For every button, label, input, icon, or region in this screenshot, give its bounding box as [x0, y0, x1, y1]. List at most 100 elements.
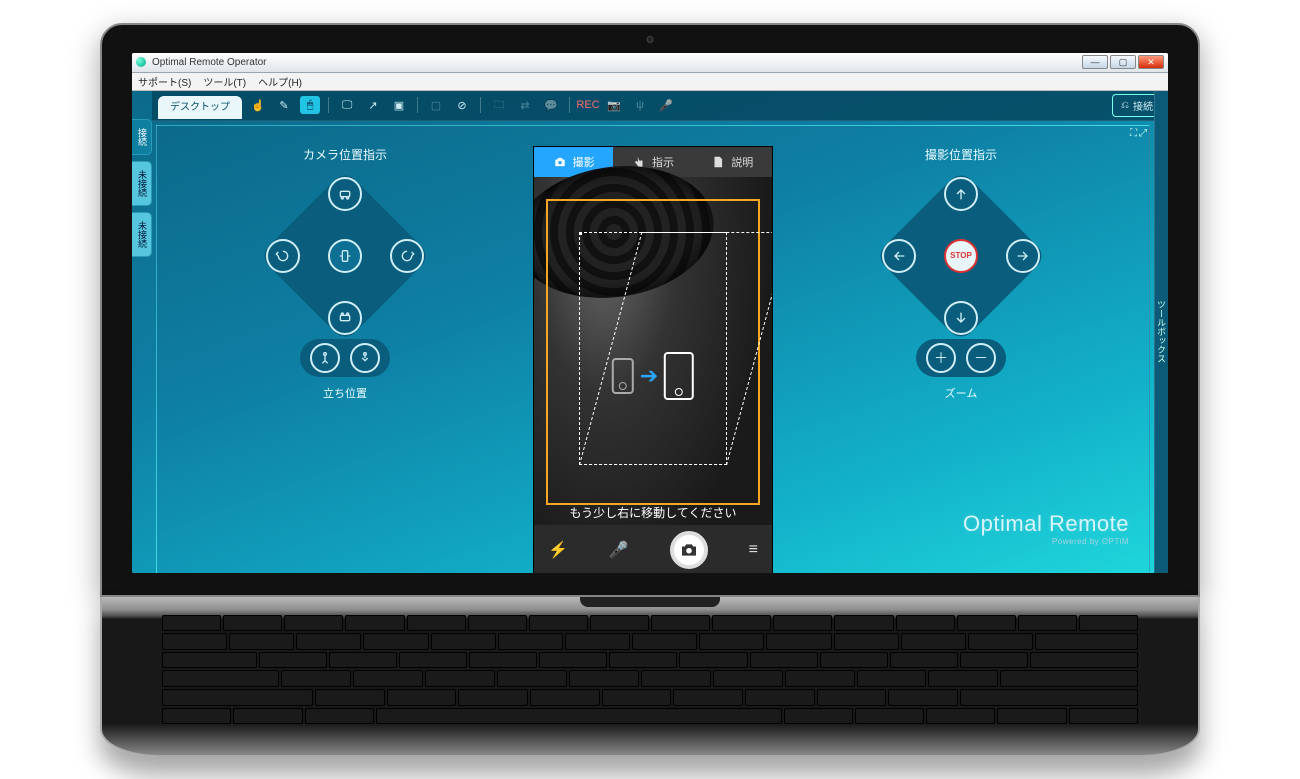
shoot-down-button[interactable] [944, 301, 978, 335]
phone-mic-icon[interactable]: 🎤 [609, 540, 629, 560]
rotate-right-icon [399, 248, 415, 264]
canvas: ⛶ ⤢ カメラ位置指示 [156, 125, 1150, 573]
person-up-icon [317, 350, 333, 366]
phone-to-icon [664, 352, 694, 400]
stance-up-button[interactable] [310, 343, 340, 373]
car-back-icon [337, 310, 353, 326]
hinge-notch [580, 597, 720, 607]
phone-tab-point-label: 指示 [652, 154, 674, 170]
camera-rotate-right-button[interactable] [390, 239, 424, 273]
tool-monitor-icon[interactable]: 🖵 [337, 96, 357, 114]
camera-device-button[interactable] [328, 239, 362, 273]
tab-desktop[interactable]: デスクトップ [158, 96, 242, 119]
tool-screens-icon[interactable]: ▣ [389, 96, 409, 114]
rail-tab-unconnected-1[interactable]: 未接続 [132, 161, 152, 206]
shoot-up-button[interactable] [944, 177, 978, 211]
laptop-mockup: Optimal Remote Operator — ▢ ✕ サポート(S) ツー… [100, 23, 1200, 757]
menu-support[interactable]: サポート(S) [138, 74, 191, 89]
brand-byline: Powered by OPTiM [963, 537, 1129, 546]
phone-tab-shoot-label: 撮影 [573, 154, 595, 170]
stop-label: STOP [950, 251, 972, 260]
stance-down-button[interactable] [350, 343, 380, 373]
stance-label: 立ち位置 [323, 385, 367, 401]
shoot-left-button[interactable] [882, 239, 916, 273]
shutter-camera-icon [680, 543, 698, 557]
titlebar: Optimal Remote Operator — ▢ ✕ [132, 53, 1168, 73]
rail-tab-connect[interactable]: 接続 [132, 119, 152, 155]
tool-mouse-icon[interactable]: 🖱 [300, 96, 320, 114]
menubar: サポート(S) ツール(T) ヘルプ(H) [132, 73, 1168, 91]
arrow-left-icon [891, 248, 907, 264]
phone-menu-icon[interactable]: ≡ [749, 541, 758, 559]
menu-help[interactable]: ヘルプ(H) [258, 74, 302, 89]
app-icon [136, 57, 146, 67]
app-body: 接続 未接続 未接続 デスクトップ ☝ ✎ 🖱 🖵 [132, 91, 1168, 573]
arrow-right-icon [1015, 248, 1031, 264]
phone-tab-explain-label: 説明 [731, 154, 753, 170]
tool-folder-icon[interactable]: 🗀 [489, 96, 509, 114]
tool-mic-icon[interactable]: 🎤 [656, 96, 676, 114]
tool-display-icon[interactable]: ▢ [426, 96, 446, 114]
connect-icon: ⎌ [1121, 100, 1129, 111]
camera-forward-button[interactable] [328, 177, 362, 211]
zoom-out-button[interactable]: － [966, 343, 996, 373]
person-down-icon [357, 350, 373, 366]
phone-center-icon [337, 248, 353, 264]
tool-chat-icon[interactable]: 💬 [541, 96, 561, 114]
camera-back-button[interactable] [328, 301, 362, 335]
main-column: デスクトップ ☝ ✎ 🖱 🖵 ↗ ▣ ▢ ⊘ 🗀 [152, 91, 1168, 573]
close-button[interactable]: ✕ [1138, 55, 1164, 69]
tool-transfer-icon[interactable]: ⇄ [515, 96, 535, 114]
zoom-in-button[interactable]: ＋ [926, 343, 956, 373]
shoot-position-title: 撮影位置指示 [925, 146, 997, 163]
collapse-icon[interactable]: ⤢ [1139, 128, 1147, 139]
separator [480, 97, 481, 113]
document-icon [711, 155, 725, 169]
left-rail: 接続 未接続 未接続 [132, 91, 152, 573]
window-title: Optimal Remote Operator [152, 57, 267, 68]
move-hint-text: もう少し右に移動してください [534, 504, 772, 521]
tool-pointer-icon[interactable]: ☝ [248, 96, 268, 114]
laptop-base [100, 597, 1200, 757]
camera-position-panel: カメラ位置指示 [270, 146, 420, 401]
camera-position-title: カメラ位置指示 [303, 146, 387, 163]
phone-bottom-bar: ⚡ 🎤 ≡ [534, 525, 772, 573]
screen: Optimal Remote Operator — ▢ ✕ サポート(S) ツー… [132, 53, 1168, 573]
right-edge-toolbox-tab[interactable]: ツールボックス [1154, 91, 1168, 573]
zoom-toggle: ＋ － [916, 339, 1006, 377]
tool-usb-icon[interactable]: ψ [630, 96, 650, 114]
tool-camera-icon[interactable]: 📷 [604, 96, 624, 114]
camera-icon [553, 155, 567, 169]
app-window: Optimal Remote Operator — ▢ ✕ サポート(S) ツー… [132, 53, 1168, 573]
shoot-stop-button[interactable]: STOP [944, 239, 978, 273]
shutter-button[interactable] [670, 531, 708, 569]
shoot-right-button[interactable] [1006, 239, 1040, 273]
phone-tab-explain[interactable]: 説明 [693, 147, 772, 177]
rail-tab-unconnected-2[interactable]: 未接続 [132, 212, 152, 257]
tool-rec-icon[interactable]: REC [578, 96, 598, 114]
minimize-button[interactable]: — [1082, 55, 1108, 69]
zoom-label: ズーム [945, 385, 978, 401]
brand-name: Optimal Remote [963, 511, 1129, 536]
camera-rotate-left-button[interactable] [266, 239, 300, 273]
screen-bezel: Optimal Remote Operator — ▢ ✕ サポート(S) ツー… [100, 23, 1200, 597]
tool-pen-icon[interactable]: ✎ [274, 96, 294, 114]
move-hint-graphic: ➔ [612, 352, 694, 400]
maximize-button[interactable]: ▢ [1110, 55, 1136, 69]
phone-from-icon [612, 358, 634, 394]
arrow-up-icon [953, 186, 969, 202]
top-toolbar: デスクトップ ☝ ✎ 🖱 🖵 ↗ ▣ ▢ ⊘ 🗀 [152, 91, 1168, 121]
car-front-icon [337, 186, 353, 202]
camera-dpad [270, 181, 420, 331]
separator [417, 97, 418, 113]
tool-share-icon[interactable]: ↗ [363, 96, 383, 114]
menu-tools[interactable]: ツール(T) [203, 74, 246, 89]
fullscreen-icon[interactable]: ⛶ [1130, 128, 1137, 139]
flash-icon[interactable]: ⚡ [548, 540, 568, 560]
tool-block-icon[interactable]: ⊘ [452, 96, 472, 114]
canvas-corner-controls: ⛶ ⤢ [1130, 128, 1147, 139]
guide-frame-inner [579, 232, 727, 465]
window-buttons: — ▢ ✕ [1082, 55, 1164, 69]
stance-toggle [300, 339, 390, 377]
separator [569, 97, 570, 113]
